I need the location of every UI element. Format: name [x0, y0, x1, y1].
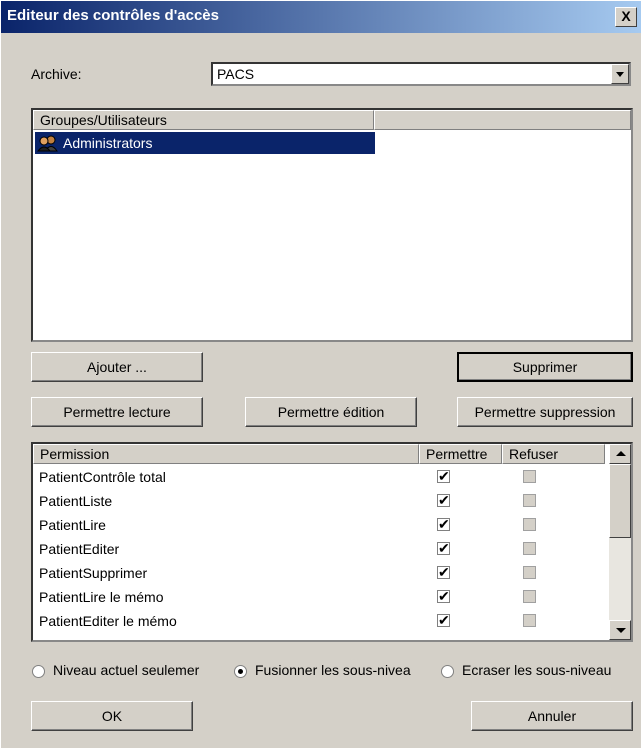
- permission-name: PatientContrôle total: [39, 469, 166, 485]
- scroll-up-icon[interactable]: [609, 444, 631, 464]
- allow-checkbox[interactable]: [437, 563, 450, 581]
- deny-checkbox[interactable]: [523, 542, 536, 555]
- allow-column-header[interactable]: Permettre: [419, 444, 502, 464]
- deny-checkbox[interactable]: [523, 590, 536, 603]
- users-column-header-empty[interactable]: [374, 110, 631, 130]
- scroll-thumb[interactable]: [609, 464, 631, 538]
- close-button[interactable]: X: [615, 7, 637, 27]
- ok-button[interactable]: OK: [31, 701, 193, 731]
- table-row[interactable]: PatientLire: [33, 514, 603, 536]
- permission-name: PatientEditer: [39, 541, 120, 557]
- table-row[interactable]: PatientLire le mémo: [33, 586, 603, 608]
- radio-merge-label: Fusionner les sous-nivea: [255, 662, 411, 678]
- archive-value: PACS: [217, 66, 255, 82]
- allow-checkbox[interactable]: [437, 515, 450, 533]
- radio-overwrite[interactable]: [441, 665, 454, 678]
- allow-checkbox[interactable]: [437, 539, 450, 557]
- permission-column-header[interactable]: Permission: [33, 444, 419, 464]
- table-row[interactable]: PatientSupprimer: [33, 562, 603, 584]
- add-user-button[interactable]: Ajouter ...: [31, 352, 203, 382]
- scroll-down-icon[interactable]: [609, 620, 631, 640]
- allow-checkbox[interactable]: [437, 587, 450, 605]
- users-list[interactable]: Groupes/Utilisateurs Administrators: [31, 108, 633, 342]
- deny-column-header[interactable]: Refuser: [502, 444, 605, 464]
- allow-read-button[interactable]: Permettre lecture: [31, 397, 203, 427]
- radio-current-level-label: Niveau actuel seulemer: [53, 662, 200, 678]
- table-row[interactable]: PatientContrôle total: [33, 466, 603, 488]
- archive-label: Archive:: [31, 66, 82, 82]
- cancel-button[interactable]: Annuler: [471, 701, 633, 731]
- deny-checkbox[interactable]: [523, 470, 536, 483]
- deny-checkbox[interactable]: [523, 494, 536, 507]
- users-column-header[interactable]: Groupes/Utilisateurs: [33, 110, 374, 130]
- list-item[interactable]: Administrators: [35, 132, 375, 154]
- remove-user-button[interactable]: Supprimer: [457, 352, 633, 382]
- allow-delete-button[interactable]: Permettre suppression: [457, 397, 633, 427]
- radio-current-level[interactable]: [32, 665, 45, 678]
- table-row[interactable]: PatientListe: [33, 490, 603, 512]
- users-group-icon: [36, 134, 59, 152]
- permissions-table[interactable]: Permission Permettre Refuser PatientCont…: [31, 442, 633, 642]
- permission-name: PatientListe: [39, 493, 113, 509]
- permission-name: PatientLire le mémo: [39, 589, 164, 605]
- radio-merge[interactable]: [234, 665, 247, 678]
- allow-checkbox[interactable]: [437, 491, 450, 509]
- deny-checkbox[interactable]: [523, 566, 536, 579]
- permission-name: PatientEditer le mémo: [39, 613, 177, 629]
- access-control-editor-window: Editeur des contrôles d'accès X Archive:…: [0, 0, 642, 749]
- permission-name: PatientSupprimer: [39, 565, 148, 581]
- allow-checkbox[interactable]: [437, 467, 450, 485]
- deny-checkbox[interactable]: [523, 518, 536, 531]
- allow-checkbox[interactable]: [437, 611, 450, 629]
- chevron-down-icon[interactable]: [611, 64, 629, 84]
- user-label: Administrators: [63, 135, 153, 151]
- allow-edit-button[interactable]: Permettre édition: [245, 397, 417, 427]
- archive-select[interactable]: PACS: [211, 62, 631, 86]
- table-row[interactable]: PatientEditer: [33, 538, 603, 560]
- permission-name: PatientLire: [39, 517, 106, 533]
- table-row[interactable]: PatientEditer le mémo: [33, 610, 603, 632]
- title-bar: Editeur des contrôles d'accès X: [1, 1, 641, 33]
- window-title: Editeur des contrôles d'accès: [7, 7, 219, 24]
- deny-checkbox[interactable]: [523, 614, 536, 627]
- vertical-scrollbar[interactable]: [609, 444, 631, 640]
- radio-overwrite-label: Ecraser les sous-niveau: [462, 662, 612, 678]
